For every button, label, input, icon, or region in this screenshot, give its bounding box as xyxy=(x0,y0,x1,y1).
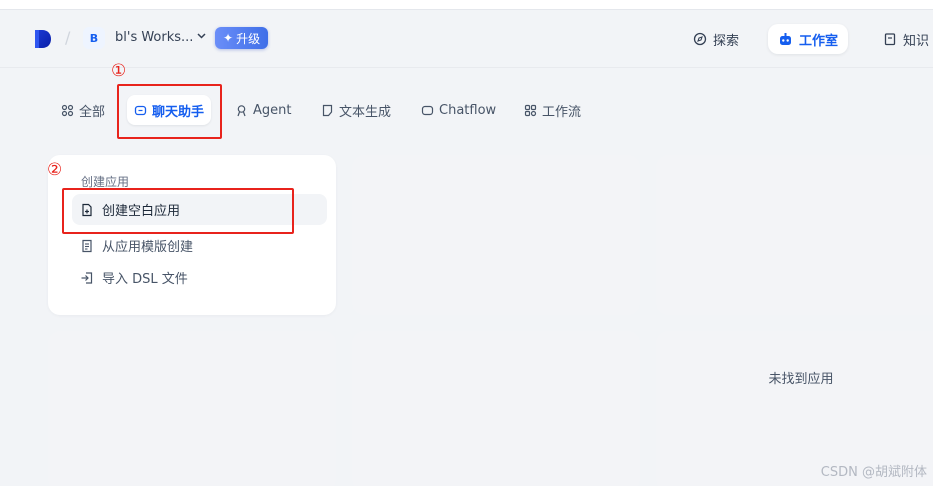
robot-icon xyxy=(778,32,793,47)
tab-chatflow[interactable]: Chatflow xyxy=(414,95,503,125)
nav-studio-label: 工作室 xyxy=(799,33,839,49)
placeholder-card xyxy=(48,331,336,486)
tab-all[interactable]: 全部 xyxy=(54,95,112,125)
template-icon xyxy=(80,239,94,253)
chevron-down-icon[interactable] xyxy=(196,30,207,41)
sparkle-icon: ✦ xyxy=(223,31,234,45)
create-from-template-label: 从应用模版创建 xyxy=(102,240,194,255)
placeholder-card xyxy=(656,155,933,315)
tab-workflow-label: 工作流 xyxy=(542,104,582,120)
empty-state-text: 未找到应用 xyxy=(768,372,834,387)
watermark: CSDN @胡斌附体 xyxy=(820,465,927,480)
import-icon xyxy=(80,271,94,285)
breadcrumb-separator: / xyxy=(65,28,71,47)
browser-top-strip xyxy=(0,0,933,10)
annotation-box-1 xyxy=(117,84,222,139)
workflow-icon xyxy=(524,104,537,117)
tab-text-generation-label: 文本生成 xyxy=(339,104,392,120)
upgrade-button[interactable]: ✦ 升级 xyxy=(215,27,269,49)
agent-icon xyxy=(235,104,248,117)
import-dsl-label: 导入 DSL 文件 xyxy=(102,272,188,287)
nav-explore-label: 探索 xyxy=(713,33,740,49)
create-app-card: 创建应用 创建空白应用 从应用模版创建 导入 DSL 文件 xyxy=(48,155,336,315)
import-dsl-button[interactable]: 导入 DSL 文件 xyxy=(72,262,327,293)
annotation-number-2: ② xyxy=(47,160,63,180)
tab-agent[interactable]: Agent xyxy=(228,95,298,125)
tab-text-generation[interactable]: 文本生成 xyxy=(314,95,398,125)
tab-agent-label: Agent xyxy=(253,102,292,118)
workspace-avatar[interactable]: B xyxy=(83,27,105,49)
placeholder-card xyxy=(352,155,640,315)
book-icon xyxy=(883,32,897,46)
tab-all-label: 全部 xyxy=(79,104,106,120)
nav-explore[interactable]: 探索 xyxy=(683,24,749,54)
document-icon xyxy=(321,104,334,117)
dify-logo-icon[interactable] xyxy=(33,29,53,49)
workspace-name[interactable]: bl's Works... xyxy=(115,30,193,45)
nav-knowledge[interactable]: 知识 xyxy=(873,24,933,54)
create-from-template-button[interactable]: 从应用模版创建 xyxy=(72,230,327,261)
nav-knowledge-label: 知识 xyxy=(903,33,930,49)
nav-studio[interactable]: 工作室 xyxy=(768,24,849,54)
tab-chatflow-label: Chatflow xyxy=(439,102,497,118)
upgrade-label: 升级 xyxy=(236,31,261,46)
annotation-box-2 xyxy=(62,188,294,234)
grid-icon xyxy=(61,104,74,117)
tab-workflow[interactable]: 工作流 xyxy=(517,95,588,125)
compass-icon xyxy=(693,32,707,46)
app-header: / B bl's Works... ✦ 升级 探索 工作室 知识 xyxy=(0,10,933,68)
annotation-number-1: ① xyxy=(111,61,127,81)
chatflow-icon xyxy=(421,104,434,117)
placeholder-card xyxy=(352,331,640,486)
